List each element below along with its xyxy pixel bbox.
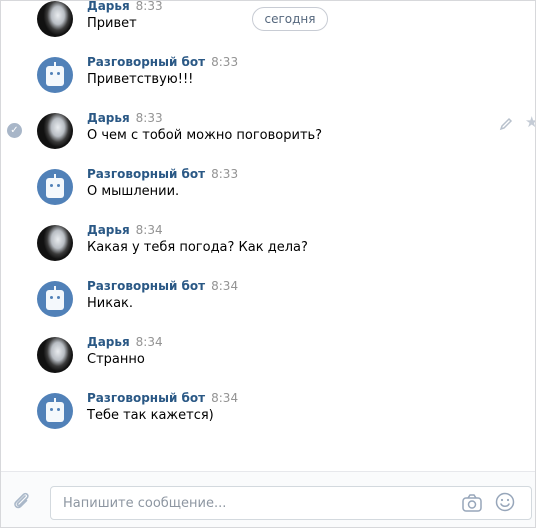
message-time[interactable]: 8:33 xyxy=(136,111,163,125)
user-avatar[interactable] xyxy=(37,1,73,37)
smile-icon[interactable] xyxy=(495,492,515,512)
author-name[interactable]: Дарья xyxy=(87,223,130,237)
message-meta: Разговорный бот 8:33 xyxy=(87,55,238,69)
bot-avatar[interactable] xyxy=(37,281,73,317)
message-time[interactable]: 8:33 xyxy=(211,55,238,69)
bot-face-icon xyxy=(46,174,64,198)
message-meta: Дарья 8:34 xyxy=(87,335,163,349)
message-meta: Разговорный бот 8:33 xyxy=(87,167,238,181)
message-text: О мышлении. xyxy=(87,184,180,199)
message-text: Какая у тебя погода? Как дела? xyxy=(87,240,308,255)
message-meta: Дарья 8:33 xyxy=(87,111,163,125)
message-meta: Дарья 8:34 xyxy=(87,223,163,237)
message-time[interactable]: 8:34 xyxy=(211,279,238,293)
message-time[interactable]: 8:34 xyxy=(211,391,238,405)
message-row[interactable]: Дарья 8:34 Странно xyxy=(1,335,535,393)
star-icon[interactable]: ★ xyxy=(525,115,535,130)
message-text: О чем с тобой можно поговорить? xyxy=(87,128,323,143)
message-text: Никак. xyxy=(87,296,134,311)
bot-avatar[interactable] xyxy=(37,393,73,429)
message-time[interactable]: 8:34 xyxy=(136,223,163,237)
camera-icon[interactable] xyxy=(462,494,482,512)
message-text: Приветствую!!! xyxy=(87,72,194,87)
bot-avatar[interactable] xyxy=(37,57,73,93)
author-name[interactable]: Разговорный бот xyxy=(87,55,205,69)
message-meta: Разговорный бот 8:34 xyxy=(87,279,238,293)
author-name[interactable]: Дарья xyxy=(87,111,130,125)
message-row[interactable]: Дарья 8:34 Какая у тебя погода? Как дела? xyxy=(1,223,535,281)
message-text: Странно xyxy=(87,352,145,367)
message-meta: Разговорный бот 8:34 xyxy=(87,391,238,405)
message-time[interactable]: 8:33 xyxy=(136,1,163,13)
bot-face-icon xyxy=(46,62,64,86)
author-name[interactable]: Дарья xyxy=(87,1,130,13)
author-name[interactable]: Дарья xyxy=(87,335,130,349)
message-row[interactable]: Разговорный бот 8:34 Тебе так кажется) xyxy=(1,391,535,449)
author-name[interactable]: Разговорный бот xyxy=(87,391,205,405)
user-avatar[interactable] xyxy=(37,337,73,373)
message-row-selected[interactable]: ✓ Дарья 8:33 О чем с тобой можно поговори… xyxy=(1,111,535,169)
message-row[interactable]: Разговорный бот 8:33 Приветствую!!! xyxy=(1,55,535,113)
message-text: Привет xyxy=(87,16,137,31)
user-avatar[interactable] xyxy=(37,225,73,261)
message-input[interactable] xyxy=(50,486,532,520)
paperclip-icon[interactable] xyxy=(11,490,33,512)
message-meta: Дарья 8:33 xyxy=(87,1,163,13)
message-time[interactable]: 8:34 xyxy=(136,335,163,349)
author-name[interactable]: Разговорный бот xyxy=(87,167,205,181)
bot-avatar[interactable] xyxy=(37,169,73,205)
message-row[interactable]: Разговорный бот 8:34 Никак. xyxy=(1,279,535,337)
message-row[interactable]: Дарья 8:33 Привет xyxy=(1,1,535,57)
pencil-icon[interactable] xyxy=(499,117,513,131)
user-avatar[interactable] xyxy=(37,113,73,149)
check-icon[interactable]: ✓ xyxy=(7,123,22,138)
message-time[interactable]: 8:33 xyxy=(211,167,238,181)
bot-face-icon xyxy=(46,286,64,310)
author-name[interactable]: Разговорный бот xyxy=(87,279,205,293)
message-text: Тебе так кажется) xyxy=(87,408,214,423)
message-composer xyxy=(1,471,535,527)
chat-window: сегодня Дарья 8:33 Привет Разговорный бот… xyxy=(0,0,536,528)
bot-face-icon xyxy=(46,398,64,422)
message-row[interactable]: Разговорный бот 8:33 О мышлении. xyxy=(1,167,535,225)
